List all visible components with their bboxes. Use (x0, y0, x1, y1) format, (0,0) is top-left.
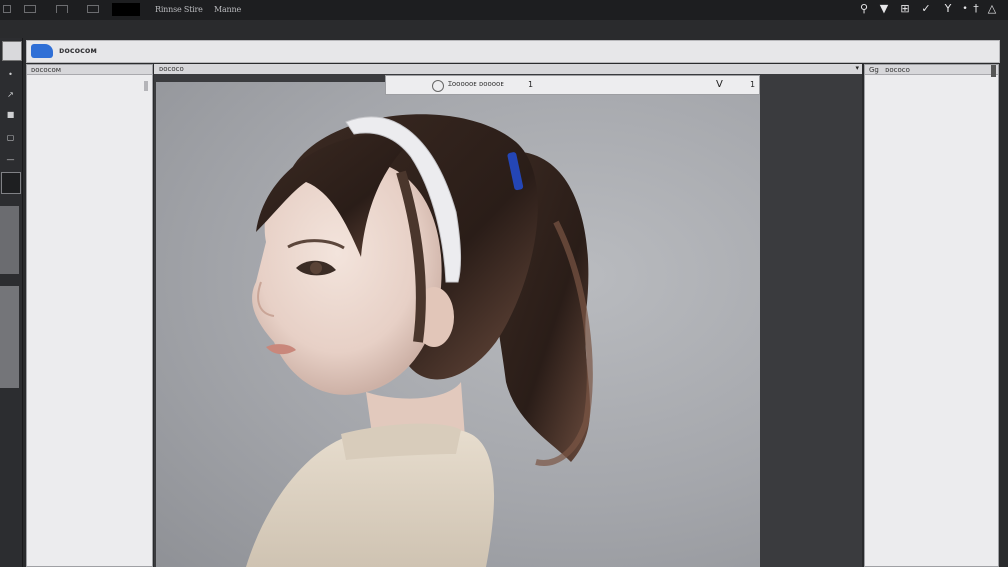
left-panel: ᴅᴏᴄᴏᴄᴏᴍ (26, 64, 153, 567)
grid-icon[interactable] (24, 5, 36, 13)
right-panel-header: Gg ᴅᴏᴄᴏᴄᴏ (865, 65, 998, 75)
canvas-header: ᴅᴏᴄᴏᴄᴏ ▾ (154, 64, 862, 74)
app-thumbnail (112, 3, 140, 16)
list-icon[interactable] (56, 5, 68, 13)
collapse-icon[interactable]: ▾ (855, 64, 859, 72)
tool-panel: • ↗ ■ ▢ — (0, 38, 23, 567)
canvas-image[interactable] (156, 82, 760, 567)
brush-icon[interactable]: Y (941, 2, 955, 16)
app-title: ᴅᴏᴄᴏᴄᴏᴍ (59, 46, 97, 55)
select-tool-icon[interactable]: • (3, 70, 18, 80)
window-icon[interactable] (3, 5, 11, 13)
check-icon[interactable]: ✓ (919, 2, 933, 16)
options-dialog: Ɪᴏᴏᴏᴏᴏᴇ ᴅᴏᴏᴏᴏᴇ 1 V 1 (385, 75, 760, 95)
pin-icon[interactable]: ▼ (877, 2, 891, 16)
menu-item-manne[interactable]: Manne (214, 5, 241, 14)
dialog-count: 1 (750, 80, 756, 89)
color-swatch-secondary[interactable] (0, 286, 19, 388)
menu-item-stire[interactable]: Rinnse Stire (155, 5, 203, 14)
menu-bar: Rinnse Stire Manne ⚲ ▼ ⊞ ✓ Y • † △ (0, 0, 1008, 20)
dropper-icon[interactable]: † (969, 2, 983, 16)
move-tool[interactable] (2, 41, 22, 61)
right-panel-badge: Gg (869, 66, 879, 74)
dialog-title: Ɪᴏᴏᴏᴏᴏᴇ ᴅᴏᴏᴏᴏᴇ (448, 80, 504, 88)
warning-icon[interactable]: △ (985, 2, 999, 16)
line-tool-icon[interactable]: — (3, 155, 18, 165)
panel-scrollbar[interactable] (991, 65, 996, 77)
app-logo-icon (31, 44, 53, 58)
chevron-down-icon[interactable]: V (716, 79, 723, 90)
crop-icon[interactable]: ⊞ (898, 2, 912, 16)
app-header: ᴅᴏᴄᴏᴄᴏᴍ (26, 40, 1000, 63)
eraser-tool-icon[interactable]: ▢ (3, 133, 18, 143)
radio-icon[interactable] (432, 80, 444, 92)
portrait-illustration (246, 114, 593, 567)
dialog-suffix: 1 (528, 80, 534, 89)
scrollbar[interactable] (144, 81, 148, 91)
layers-icon[interactable] (87, 5, 99, 13)
left-panel-title: ᴅᴏᴄᴏᴄᴏᴍ (31, 66, 62, 74)
canvas-tab[interactable]: ᴅᴏᴄᴏᴄᴏ (159, 65, 184, 73)
right-panel-title: ᴅᴏᴄᴏᴄᴏ (885, 66, 910, 74)
search-icon[interactable]: ⚲ (857, 2, 871, 16)
brush-tool-icon[interactable]: ■ (3, 110, 18, 120)
color-swatch-primary[interactable] (0, 206, 19, 274)
text-tool[interactable] (1, 172, 21, 194)
right-panel: Gg ᴅᴏᴄᴏᴄᴏ (864, 64, 999, 567)
left-panel-header: ᴅᴏᴄᴏᴄᴏᴍ (27, 65, 152, 75)
lasso-tool-icon[interactable]: ↗ (3, 90, 18, 100)
